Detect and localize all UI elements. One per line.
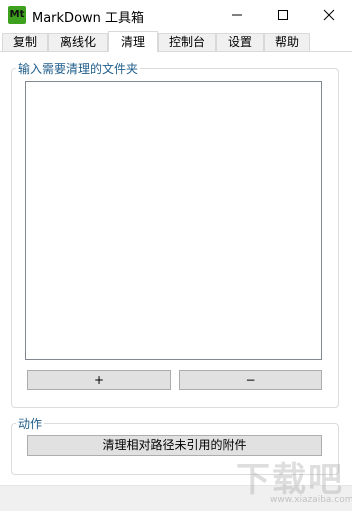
folder-list[interactable] [25,81,322,360]
tab-help[interactable]: 帮助 [264,33,310,51]
close-icon [323,9,335,21]
tab-settings[interactable]: 设置 [216,33,264,51]
remove-folder-button[interactable]: − [179,370,322,390]
tab-clean[interactable]: 清理 [108,31,158,52]
tab-console[interactable]: 控制台 [158,33,216,51]
watermark-url: www.xiazaiba.com [270,495,352,505]
app-window: Mt MarkDown 工具箱 复制 离线化 清理 控制台 设置 帮助 输入需要… [0,0,352,511]
window-title: MarkDown 工具箱 [32,11,145,26]
tab-offline[interactable]: 离线化 [48,33,108,51]
tab-copy[interactable]: 复制 [2,33,48,51]
close-button[interactable] [306,0,352,30]
maximize-icon [278,10,288,20]
watermark-text: 下载吧 [236,460,344,500]
app-logo-icon: Mt [8,6,26,24]
add-folder-button[interactable]: + [27,370,171,390]
title-bar[interactable]: Mt MarkDown 工具箱 [0,0,352,30]
minimize-icon [232,14,242,16]
action-group-legend: 动作 [18,417,43,431]
maximize-button[interactable] [260,0,306,30]
minimize-button[interactable] [214,0,260,30]
folder-group-legend: 输入需要清理的文件夹 [18,62,139,76]
